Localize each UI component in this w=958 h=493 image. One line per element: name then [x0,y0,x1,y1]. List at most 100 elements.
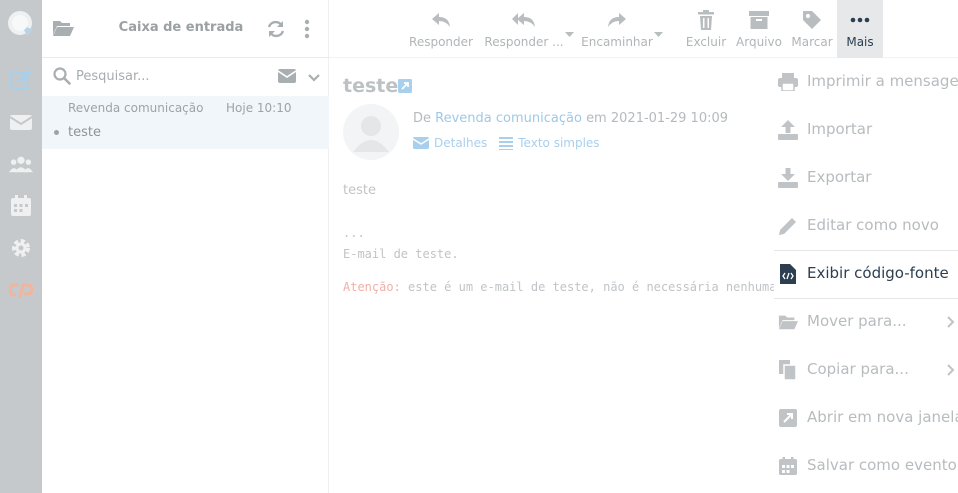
external-window-icon [778,408,798,428]
contacts-icon[interactable] [9,152,33,176]
message-title: teste [343,75,399,97]
pencil-icon [778,216,798,236]
mail-icon[interactable] [9,110,33,134]
menu-item-label: Salvar como evento [807,456,957,474]
menu-item-label: Editar como novo [807,216,939,234]
message-sender: Revenda comunicação [68,101,204,115]
message-date: Hoje 10:10 [226,101,292,115]
plain-text-label: Texto simples [518,136,600,150]
details-link[interactable]: Detalhes [413,136,487,150]
message-toolbar: Responder Responder ... Encaminhar Exclu… [329,0,958,58]
body-line-1: teste [343,183,376,198]
sender-link[interactable]: Revenda comunicação [435,111,582,126]
more-dots-icon [850,9,870,31]
chevron-right-icon [947,364,955,380]
reply-all-icon [512,9,536,31]
calendar-icon[interactable] [9,194,33,218]
chevron-right-icon [947,316,955,332]
body-line-2: E-mail de teste. [343,247,459,261]
more-button[interactable]: Mais [837,0,883,58]
search-icon[interactable] [53,67,71,89]
from-prefix: De [413,111,432,126]
lines-icon [499,137,514,150]
plain-text-link[interactable]: Texto simples [499,136,600,150]
reply-label: Responder [409,35,473,49]
chevron-down-icon[interactable] [308,71,320,86]
search-input[interactable] [76,66,266,86]
list-item[interactable]: Revenda comunicação Hoje 10:10 teste [42,96,329,149]
message-datetime: 2021-01-29 10:09 [610,111,729,126]
calendar-icon [778,456,798,476]
envelope-filter-icon[interactable] [277,69,297,87]
body-warning: Atenção: este é um e-mail de teste, não … [343,280,777,294]
menu-item-move-to[interactable]: Mover para... [774,298,958,346]
mark-button[interactable]: Marcar [789,0,835,58]
code-file-icon [778,264,798,284]
envelope-icon [413,137,429,149]
reply-all-button[interactable]: Responder ... [481,0,567,58]
reply-button[interactable]: Responder [409,0,473,58]
forward-caret-icon[interactable] [654,27,663,42]
list-options-icon[interactable] [304,19,310,43]
reply-all-caret-icon[interactable] [565,27,574,42]
forward-label: Encaminhar [581,35,653,49]
menu-item-label: Mover para... [807,312,907,330]
date-prefix: em [586,111,607,126]
menu-item-save-as-event[interactable]: Salvar como evento [774,442,958,490]
menu-item-label: Abrir em nova janela [807,408,958,426]
tag-icon [802,9,822,31]
archive-label: Arquivo [736,35,782,49]
menu-item-export[interactable]: Exportar [774,154,958,202]
archive-button[interactable]: Arquivo [735,0,783,58]
message-subject: teste [68,125,101,140]
menu-item-label: Exibir código-fonte [807,264,949,282]
avatar [343,104,399,160]
delete-label: Excluir [685,35,727,49]
more-label: Mais [846,35,874,49]
reply-all-label: Responder ... [484,35,564,49]
folder-title: Caixa de entrada [118,20,244,35]
body-dots: ... [343,226,365,240]
copy-icon [778,360,798,380]
menu-item-label: Copiar para... [807,360,909,378]
header-links: Detalhes Texto simples [413,136,612,150]
message-list-panel: Caixa de entrada Revenda comunicação Hoj… [42,0,329,493]
search-bar [42,58,329,94]
menu-item-open-new-window[interactable]: Abrir em nova janela [774,394,958,442]
upload-icon [778,120,798,140]
warning-label: Atenção: [343,280,401,294]
sender-line: De Revenda comunicação em 2021-01-29 10:… [413,111,728,126]
menu-item-import[interactable]: Importar [774,106,958,154]
menu-item-edit-as-new[interactable]: Editar como novo [774,202,958,250]
trash-icon [698,9,714,31]
printer-icon [778,72,798,92]
refresh-icon[interactable] [266,19,286,43]
menu-item-copy-to[interactable]: Copiar para... [774,346,958,394]
menu-item-label: Imprimir a mensagem [807,72,958,90]
forward-icon [607,9,627,31]
delete-button[interactable]: Excluir [683,0,729,58]
menu-item-print[interactable]: Imprimir a mensagem [774,58,958,106]
message-view: teste De Revenda comunicação em 2021-01-… [329,58,779,493]
forward-button[interactable]: Encaminhar [581,0,653,58]
folder-open-icon[interactable] [52,19,74,41]
folder-open-icon [778,312,798,332]
cpanel-icon[interactable] [9,278,33,302]
archive-icon [749,9,769,31]
menu-item-label: Exportar [807,168,872,186]
menu-item-label: Importar [807,120,873,138]
unread-dot [54,130,59,135]
details-label: Detalhes [434,136,488,150]
app-logo-icon[interactable] [7,10,35,38]
menu-item-view-source[interactable]: Exibir código-fonte [774,250,958,298]
reply-icon [431,9,451,31]
list-header: Caixa de entrada [42,0,329,58]
app-rail [0,0,42,493]
mark-label: Marcar [791,35,833,49]
warning-text: este é um e-mail de teste, não é necessá… [408,280,777,294]
settings-gear-icon[interactable] [9,236,33,260]
more-menu: Imprimir a mensagem Importar Exportar Ed… [774,58,958,493]
download-icon [778,168,798,188]
compose-icon[interactable] [9,68,33,92]
open-in-window-icon[interactable] [398,79,412,97]
